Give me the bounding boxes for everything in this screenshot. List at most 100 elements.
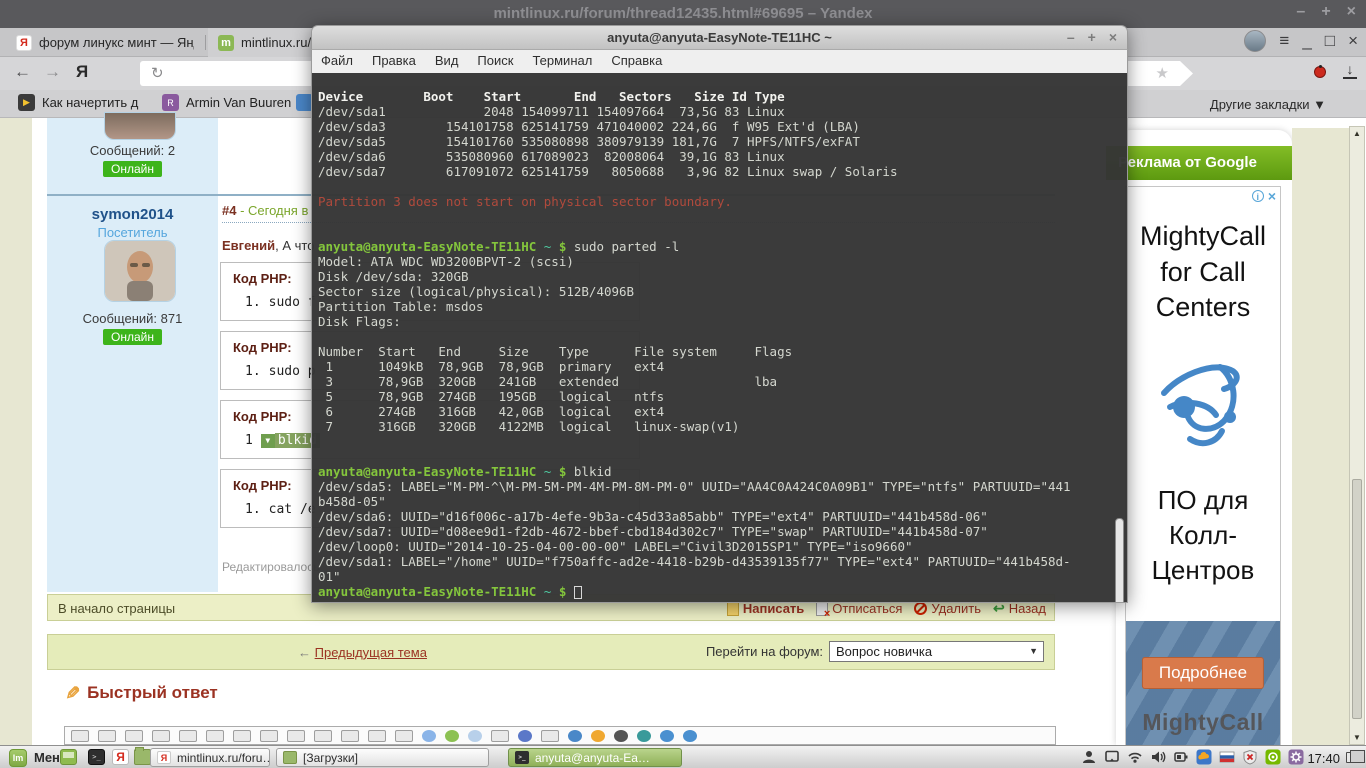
display-cast-icon[interactable] [1104,749,1120,765]
ad-info-icon[interactable]: i [1252,190,1264,202]
browser-minimize-icon[interactable]: _ [1302,30,1311,52]
maximize-icon[interactable]: + [1088,29,1096,45]
keyboard-layout-ru-icon[interactable] [1219,749,1235,765]
back-icon[interactable]: ← [14,62,31,82]
firewall-icon[interactable] [1242,749,1258,765]
terminal-titlebar[interactable]: anyuta@anyuta-EasyNote-TE11HC ~ – + × [311,25,1128,50]
forum-select[interactable]: Вопрос новичка ▼ [829,641,1044,662]
avatar[interactable] [104,240,176,302]
action-написать[interactable]: Написать [727,601,804,616]
editor-button[interactable] [568,730,582,742]
cloud-sync-icon[interactable] [1196,749,1212,765]
action-удалить[interactable]: Удалить [914,601,981,616]
bookmark-item[interactable]: RArmin Van Buuren [162,94,291,111]
editor-button[interactable] [368,730,386,742]
ad-close-icon[interactable]: × [1268,190,1276,202]
yandex-home-icon[interactable]: Я [76,62,88,82]
user-icon[interactable] [1081,749,1097,765]
battery-icon[interactable] [1173,749,1189,765]
editor-button[interactable] [518,730,532,742]
bookmark-item[interactable]: ▶Как начертить д [18,94,138,111]
prompt-host: anyuta@anyuta-EasyNote-TE11HC [318,239,536,254]
extension-bug-icon[interactable] [1311,65,1328,79]
editor-button[interactable] [260,730,278,742]
editor-button[interactable] [341,730,359,742]
editor-button[interactable] [468,730,482,742]
scroll-down-icon[interactable]: ▼ [1353,733,1361,742]
editor-button[interactable] [179,730,197,742]
post-author[interactable]: symon2014 [47,206,218,224]
browser-maximize-icon[interactable]: □ [1325,30,1335,52]
editor-button[interactable] [206,730,224,742]
terminal-line [318,434,1123,449]
tab-forum-search[interactable]: Я форум линукс минт — Янд [6,28,204,57]
terminal-line: /dev/sda7: UUID="d08ee9d1-f2db-4672-bbef… [318,524,1123,539]
files-launcher-icon[interactable] [134,749,151,765]
yandex-launcher-icon[interactable]: Я [112,749,129,765]
editor-button[interactable] [98,730,116,742]
scrollbar-thumb[interactable] [1352,479,1362,719]
top-of-page-link[interactable]: В начало страницы [58,601,175,616]
editor-button[interactable] [445,730,459,742]
profile-avatar[interactable] [1244,30,1266,52]
browser-close-icon[interactable]: × [1348,30,1358,52]
editor-button[interactable] [591,730,605,742]
editor-button[interactable] [125,730,143,742]
prompt-path: ~ [536,584,559,599]
taskbar-window-2[interactable]: [Загрузки] [276,748,489,767]
wifi-icon[interactable] [1127,749,1143,765]
post-body-text: Евгений, А что [222,238,314,253]
volume-icon[interactable] [1150,749,1166,765]
close-icon[interactable]: × [1109,29,1117,45]
terminal-menu-справка[interactable]: Справка [611,53,662,73]
terminal-menu-вид[interactable]: Вид [435,53,459,73]
editor-button[interactable] [287,730,305,742]
settings-icon[interactable] [1288,749,1304,765]
terminal-launcher-icon[interactable]: >_ [88,749,105,765]
bookmark-star-icon[interactable]: ★ [1156,64,1169,82]
editor-button[interactable] [422,730,436,742]
page-scrollbar[interactable]: ▲ ▼ [1349,126,1365,745]
taskbar-window-3[interactable]: >_anyuta@anyuta-Ea… [508,748,682,767]
editor-button[interactable] [314,730,332,742]
terminal-scrollbar-thumb[interactable] [1115,518,1124,603]
scroll-up-icon[interactable]: ▲ [1353,129,1361,138]
other-bookmarks-button[interactable]: Другие закладки ▼ [1210,97,1326,112]
google-ad[interactable]: i × MightyCall for Call Centers ПО для К… [1125,186,1281,745]
editor-button[interactable] [614,730,628,742]
reload-icon[interactable]: ↻ [151,64,164,82]
mention-link[interactable]: Евгений [222,238,275,253]
editor-button[interactable] [683,730,697,742]
editor-button[interactable] [541,730,559,742]
minimize-icon[interactable]: – [1296,3,1305,21]
editor-button[interactable] [660,730,674,742]
ad-cta-button[interactable]: Подробнее [1142,657,1264,689]
editor-button[interactable] [395,730,413,742]
terminal-line: /dev/sda5: LABEL="M-PM-^\M-PM-5M-PM-4M-P… [318,479,1123,494]
minimize-icon[interactable]: – [1067,29,1075,45]
hamburger-menu-icon[interactable]: ≡ [1279,30,1289,52]
editor-button[interactable] [491,730,509,742]
editor-button[interactable] [637,730,651,742]
taskbar-window-1[interactable]: Яmintlinux.ru/foru… [150,748,270,767]
browser-window-title: mintlinux.ru/forum/thread12435.html#6969… [0,5,1366,22]
terminal-menu-терминал[interactable]: Терминал [532,53,592,73]
editor-button[interactable] [152,730,170,742]
workspace-switcher-icon[interactable] [1346,752,1361,763]
editor-button[interactable] [233,730,251,742]
action-отписаться[interactable]: Отписаться [816,601,902,616]
downloads-icon[interactable]: ↓ [1343,62,1357,79]
editor-button[interactable] [71,730,89,742]
forward-icon[interactable]: → [44,62,61,82]
nvidia-icon[interactable] [1265,749,1281,765]
show-desktop-icon[interactable] [60,749,77,765]
maximize-icon[interactable]: + [1321,3,1330,21]
close-icon[interactable]: × [1347,3,1356,21]
terminal-menu-поиск[interactable]: Поиск [477,53,513,73]
terminal-menu-файл[interactable]: Файл [321,53,353,73]
terminal-menu-правка[interactable]: Правка [372,53,416,73]
previous-topic-link[interactable]: ← Предыдущая тема [298,645,427,660]
selection-handle-icon[interactable]: ▼ [261,434,275,448]
terminal-body[interactable]: Device Boot Start End Sectors Size Id Ty… [311,73,1128,603]
mintlinux-favicon: m [218,35,234,51]
